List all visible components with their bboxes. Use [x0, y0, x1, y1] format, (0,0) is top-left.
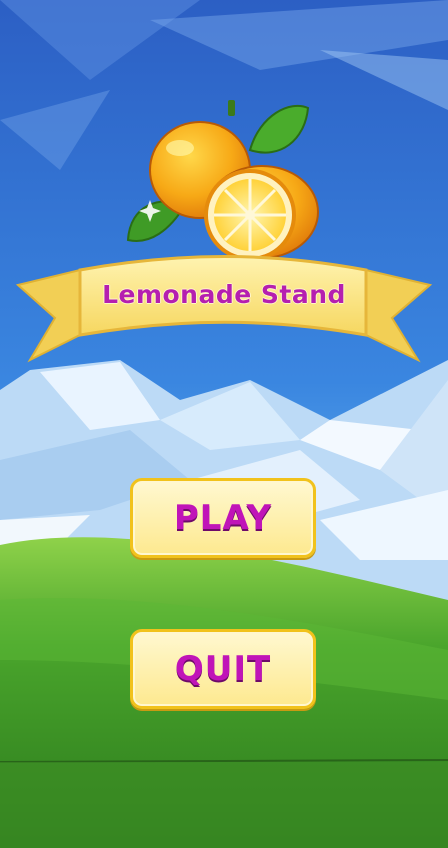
play-button-label: PLAY: [173, 498, 273, 538]
quit-button-label: QUIT: [174, 649, 272, 689]
quit-button[interactable]: QUIT: [130, 629, 316, 709]
game-title: Lemonade Stand: [102, 280, 346, 309]
game-background: [0, 0, 448, 848]
play-button[interactable]: PLAY: [130, 478, 316, 558]
